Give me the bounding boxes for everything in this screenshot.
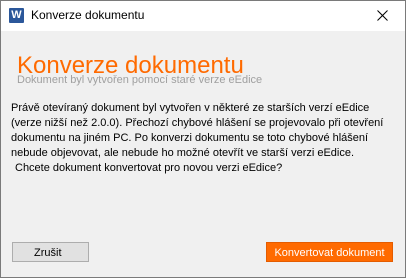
message-text: Právě otevíraný dokument byl vytvořen v … bbox=[11, 102, 384, 159]
question-text: Chcete dokument konvertovat pro novou ve… bbox=[15, 162, 283, 174]
convert-document-button[interactable]: Konvertovat dokument bbox=[266, 242, 393, 262]
dialog-message: Právě otevíraný dokument byl vytvořen v … bbox=[11, 101, 391, 176]
dialog-subheading: Dokument byl vytvořen pomocí staré verze… bbox=[17, 74, 263, 86]
cancel-button[interactable]: Zrušit bbox=[12, 242, 89, 262]
word-app-icon: W bbox=[9, 8, 24, 23]
window-title: Konverze dokumentu bbox=[31, 8, 145, 22]
close-button[interactable] bbox=[361, 1, 405, 31]
title-bar[interactable]: W Konverze dokumentu bbox=[1, 1, 405, 31]
app-icon-letter: W bbox=[11, 9, 22, 21]
close-icon bbox=[377, 10, 388, 21]
dialog-content: Konverze dokumentu Dokument byl vytvořen… bbox=[1, 31, 405, 277]
dialog-window: W Konverze dokumentu Konverze dokumentu … bbox=[0, 0, 406, 278]
